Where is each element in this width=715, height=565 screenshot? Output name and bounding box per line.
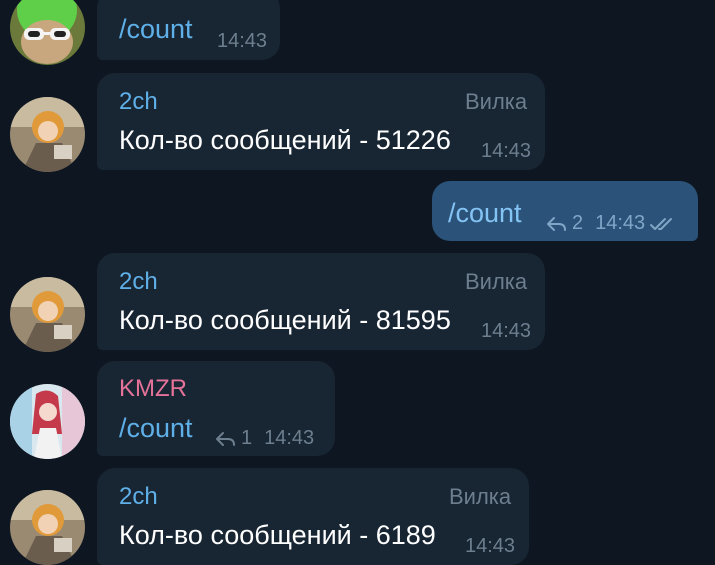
message-text: Кол-во сообщений - 81595 xyxy=(119,305,451,335)
message-bubble[interactable]: 2ch Вилка Кол-во сообщений - 51226 14:43 xyxy=(97,73,545,170)
avatar[interactable] xyxy=(10,97,85,172)
avatar[interactable] xyxy=(10,490,85,565)
message-bubble[interactable]: /count 14:43 xyxy=(97,0,280,60)
sender-name[interactable]: 2ch xyxy=(119,483,158,511)
message-bubble[interactable]: KMZR /count 1 14:43 xyxy=(97,361,335,456)
message-bubble[interactable]: 2ch Вилка Кол-во сообщений - 81595 14:43 xyxy=(97,253,545,350)
command-link[interactable]: /count xyxy=(119,14,193,45)
avatar[interactable] xyxy=(10,277,85,352)
command-link[interactable]: /count xyxy=(119,413,193,444)
reply-icon xyxy=(215,430,237,448)
sender-name[interactable]: KMZR xyxy=(119,375,187,403)
double-check-icon xyxy=(649,216,677,232)
message-meta: 1 14:43 xyxy=(215,427,314,450)
message-time: 14:43 xyxy=(465,535,516,557)
message-time: 14:43 xyxy=(595,212,646,234)
message-time: 14:43 xyxy=(217,30,268,52)
sender-name[interactable]: 2ch xyxy=(119,268,158,296)
outgoing-message-bubble[interactable]: /count 2 14:43 xyxy=(432,181,698,241)
admin-badge: Вилка xyxy=(465,89,528,114)
message-meta: 2 14:43 xyxy=(546,212,677,235)
admin-badge: Вилка xyxy=(465,269,528,294)
message-time: 14:43 xyxy=(481,140,532,162)
message-text: Кол-во сообщений - 51226 xyxy=(119,125,451,155)
message-time: 14:43 xyxy=(481,320,532,342)
reply-count[interactable]: 2 xyxy=(572,212,583,235)
reply-icon xyxy=(546,215,568,233)
sender-name[interactable]: 2ch xyxy=(119,88,158,116)
avatar[interactable] xyxy=(10,0,85,65)
command-link[interactable]: /count xyxy=(448,198,522,229)
message-time: 14:43 xyxy=(264,427,315,449)
message-bubble[interactable]: 2ch Вилка Кол-во сообщений - 6189 14:43 xyxy=(97,468,529,565)
reply-count[interactable]: 1 xyxy=(241,427,252,450)
avatar[interactable] xyxy=(10,384,85,459)
message-text: Кол-во сообщений - 6189 xyxy=(119,520,436,550)
admin-badge: Вилка xyxy=(449,484,512,509)
